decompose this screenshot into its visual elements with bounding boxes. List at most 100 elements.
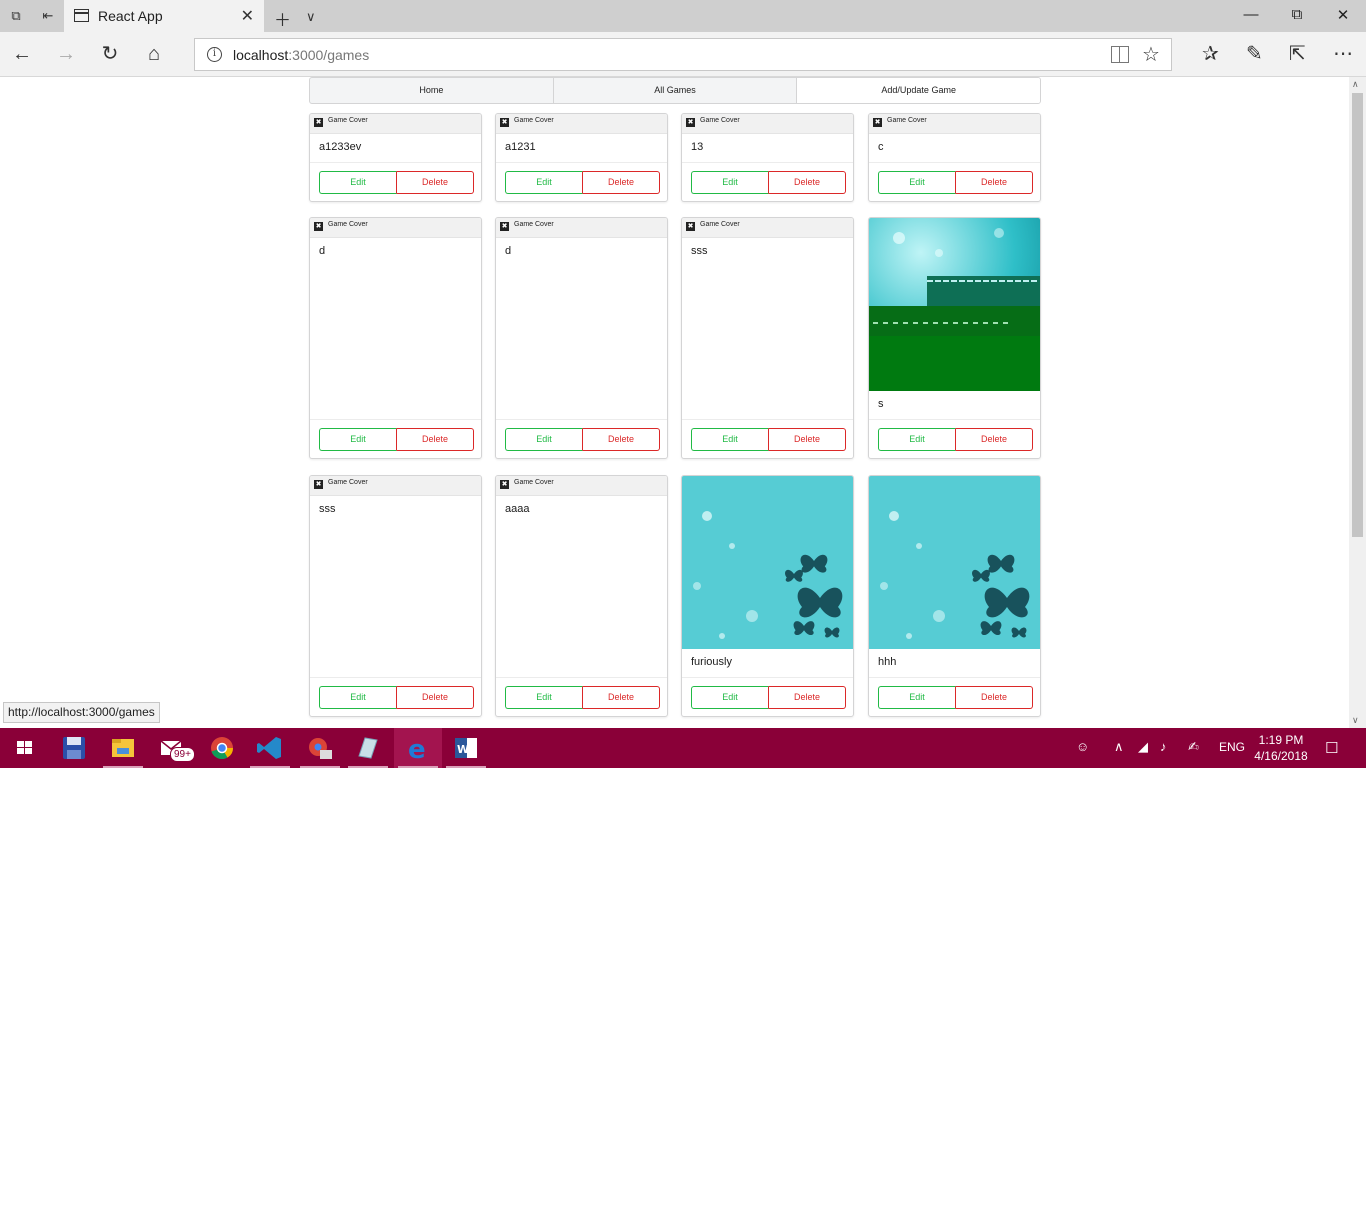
more-icon[interactable]: ⋯ <box>1333 41 1353 66</box>
scroll-thumb[interactable] <box>1352 93 1363 537</box>
broken-image-placeholder: ✖ Game Cover <box>682 218 853 238</box>
menu-item-add-update-game[interactable]: Add/Update Game <box>797 78 1040 103</box>
taskbar-chrome-user[interactable] <box>296 728 344 768</box>
show-hidden-icons-chevron-icon[interactable]: ∧ <box>1114 739 1124 755</box>
edit-button[interactable]: Edit <box>505 686 583 709</box>
broken-image-icon: ✖ <box>500 222 509 231</box>
edit-button[interactable]: Edit <box>505 428 583 451</box>
broken-image-placeholder: ✖ Game Cover <box>310 476 481 496</box>
tab-preview-icon[interactable]: ⧉ <box>8 8 24 24</box>
edit-button[interactable]: Edit <box>319 428 397 451</box>
game-cover <box>682 476 853 649</box>
card-divider <box>310 162 481 163</box>
taskbar-clock[interactable]: 1:19 PM 4/16/2018 <box>1252 732 1310 764</box>
game-name: sss <box>319 503 336 515</box>
chevron-down-icon[interactable]: ∨ <box>306 9 316 25</box>
delete-button[interactable]: Delete <box>956 686 1033 709</box>
game-name: d <box>319 245 326 257</box>
edit-button[interactable]: Edit <box>319 171 397 194</box>
taskbar-chrome[interactable] <box>198 728 246 768</box>
status-url-tooltip: http://localhost:3000/games <box>3 702 160 723</box>
close-window-icon[interactable]: ✕ <box>1320 6 1366 24</box>
word-icon: W <box>455 738 477 758</box>
vertical-scrollbar[interactable]: ∧ ∨ <box>1349 77 1366 728</box>
top-menu: Home All Games Add/Update Game <box>309 77 1041 104</box>
broken-image-placeholder: ✖ Game Cover <box>496 218 667 238</box>
scroll-down-icon[interactable]: ∨ <box>1352 715 1359 726</box>
delete-button[interactable]: Delete <box>397 686 474 709</box>
edit-button[interactable]: Edit <box>691 171 769 194</box>
new-tab-icon[interactable]: ＋ <box>274 6 291 31</box>
page-icon <box>74 9 89 22</box>
forward-icon[interactable]: → <box>53 42 79 68</box>
taskbar-file-explorer[interactable] <box>99 728 147 768</box>
pen-workspace-icon[interactable]: ✍ <box>1188 739 1199 755</box>
restore-icon[interactable]: ⧉ <box>1274 6 1320 23</box>
delete-button[interactable]: Delete <box>397 428 474 451</box>
back-icon[interactable]: ← <box>9 42 35 68</box>
edit-button[interactable]: Edit <box>878 428 956 451</box>
taskbar-app-tablet[interactable] <box>344 728 392 768</box>
card-actions: Edit Delete <box>691 686 846 709</box>
game-card: ✖ Game Cover d Edit Delete <box>495 217 668 459</box>
network-wifi-icon[interactable]: ◢ <box>1138 739 1148 755</box>
image-alt-text: Game Cover <box>328 479 368 486</box>
scroll-up-icon[interactable]: ∧ <box>1352 79 1359 90</box>
edit-button[interactable]: Edit <box>878 686 956 709</box>
delete-button[interactable]: Delete <box>956 428 1033 451</box>
address-bar[interactable]: i localhost:3000/games ☆ <box>194 38 1172 71</box>
broken-image-icon: ✖ <box>686 118 695 127</box>
taskbar-save-app[interactable] <box>50 728 98 768</box>
browser-tab[interactable]: React App ✕ <box>64 0 264 32</box>
delete-button[interactable]: Delete <box>583 428 660 451</box>
info-icon[interactable]: i <box>207 47 222 62</box>
reading-view-icon[interactable] <box>1111 46 1129 63</box>
delete-button[interactable]: Delete <box>769 171 846 194</box>
taskbar-edge[interactable]: e <box>394 728 442 768</box>
share-icon[interactable]: ⇱ <box>1289 41 1306 66</box>
language-indicator[interactable]: ENG <box>1219 740 1245 754</box>
address-url[interactable]: localhost:3000/games <box>233 47 369 63</box>
mail-badge: 99+ <box>170 747 195 762</box>
broken-image-placeholder: ✖ Game Cover <box>310 114 481 134</box>
people-icon[interactable]: ☺ <box>1076 739 1089 754</box>
edit-button[interactable]: Edit <box>878 171 956 194</box>
edit-button[interactable]: Edit <box>691 428 769 451</box>
broken-image-icon: ✖ <box>314 222 323 231</box>
taskbar-mail[interactable]: 99+ <box>148 728 196 768</box>
image-alt-text: Game Cover <box>514 221 554 228</box>
taskbar-vscode[interactable] <box>246 728 294 768</box>
action-center-icon[interactable]: ☐ <box>1325 739 1338 757</box>
card-divider <box>310 419 481 420</box>
refresh-icon[interactable]: ↻ <box>97 42 123 68</box>
taskbar-word[interactable]: W <box>442 728 490 768</box>
set-aside-tabs-icon[interactable]: ⇤ <box>40 8 56 24</box>
delete-button[interactable]: Delete <box>397 171 474 194</box>
delete-button[interactable]: Delete <box>769 428 846 451</box>
menu-item-home[interactable]: Home <box>310 78 554 103</box>
edit-button[interactable]: Edit <box>505 171 583 194</box>
svg-text:e: e <box>408 735 426 765</box>
card-actions: Edit Delete <box>691 428 846 451</box>
card-actions: Edit Delete <box>319 428 474 451</box>
edit-button[interactable]: Edit <box>691 686 769 709</box>
vscode-icon <box>257 737 281 759</box>
start-button[interactable] <box>0 728 48 768</box>
clock-date: 4/16/2018 <box>1254 749 1308 763</box>
favorite-star-icon[interactable]: ☆ <box>1142 42 1160 67</box>
delete-button[interactable]: Delete <box>769 686 846 709</box>
minimize-icon[interactable]: — <box>1228 6 1274 23</box>
delete-button[interactable]: Delete <box>583 171 660 194</box>
volume-icon[interactable]: ♪ <box>1160 739 1167 754</box>
home-icon[interactable]: ⌂ <box>141 42 167 68</box>
image-alt-text: Game Cover <box>514 479 554 486</box>
delete-button[interactable]: Delete <box>956 171 1033 194</box>
menu-item-all-games[interactable]: All Games <box>554 78 798 103</box>
delete-button[interactable]: Delete <box>583 686 660 709</box>
web-note-pen-icon[interactable]: ✎ <box>1246 41 1263 66</box>
chrome-icon <box>211 737 233 760</box>
favorites-hub-icon[interactable]: ✰ <box>1202 41 1219 66</box>
broken-image-placeholder: ✖ Game Cover <box>869 114 1040 134</box>
edit-button[interactable]: Edit <box>319 686 397 709</box>
close-tab-icon[interactable]: ✕ <box>241 6 254 26</box>
